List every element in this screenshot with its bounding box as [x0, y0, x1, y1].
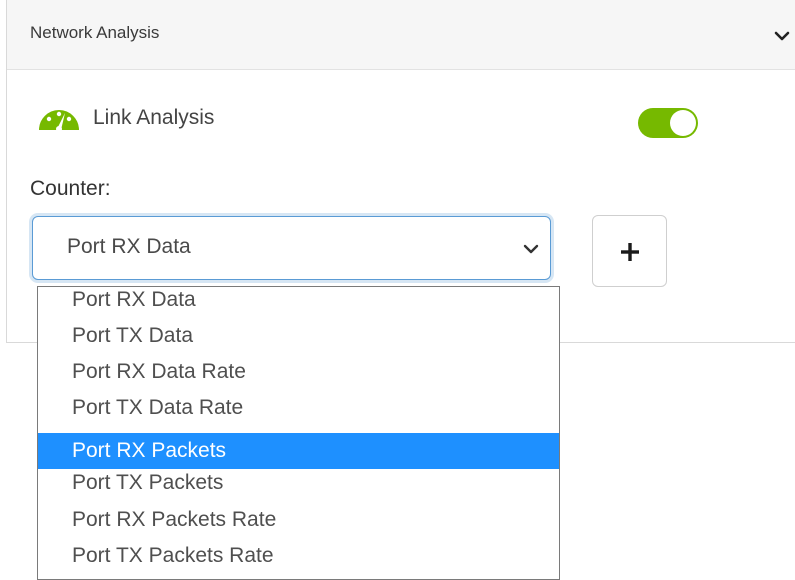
panel-header[interactable]: Network Analysis: [7, 0, 795, 70]
toggle-knob: [670, 110, 696, 136]
link-analysis-toggle[interactable]: [638, 108, 698, 138]
plus-icon: [621, 243, 639, 261]
speedometer-icon: [39, 110, 79, 132]
dropdown-option[interactable]: Port TX Data Rate: [38, 390, 559, 426]
chevron-down-icon: [523, 244, 539, 254]
dropdown-option[interactable]: Port RX Data: [38, 287, 559, 318]
dropdown-option[interactable]: Port TX Packets Rate: [38, 538, 559, 574]
chevron-down-icon[interactable]: [772, 26, 792, 46]
dropdown-option[interactable]: Port TX Data: [38, 318, 559, 354]
link-analysis-label: Link Analysis: [93, 106, 215, 129]
panel-title: Network Analysis: [30, 23, 160, 42]
counter-select[interactable]: Port RX Data: [32, 216, 551, 280]
dropdown-option[interactable]: Port RX Packets Rate: [38, 502, 559, 538]
counter-select-value: Port RX Data: [67, 235, 191, 258]
counter-dropdown-list: Port RX Data Port TX Data Port RX Data R…: [37, 286, 560, 580]
dropdown-option-highlighted[interactable]: Port RX Packets: [38, 433, 559, 469]
counter-label: Counter:: [30, 177, 111, 200]
add-counter-button[interactable]: [592, 215, 667, 287]
dropdown-option[interactable]: Port RX Data Rate: [38, 354, 559, 390]
dropdown-option[interactable]: Port TX Packets: [38, 465, 559, 501]
